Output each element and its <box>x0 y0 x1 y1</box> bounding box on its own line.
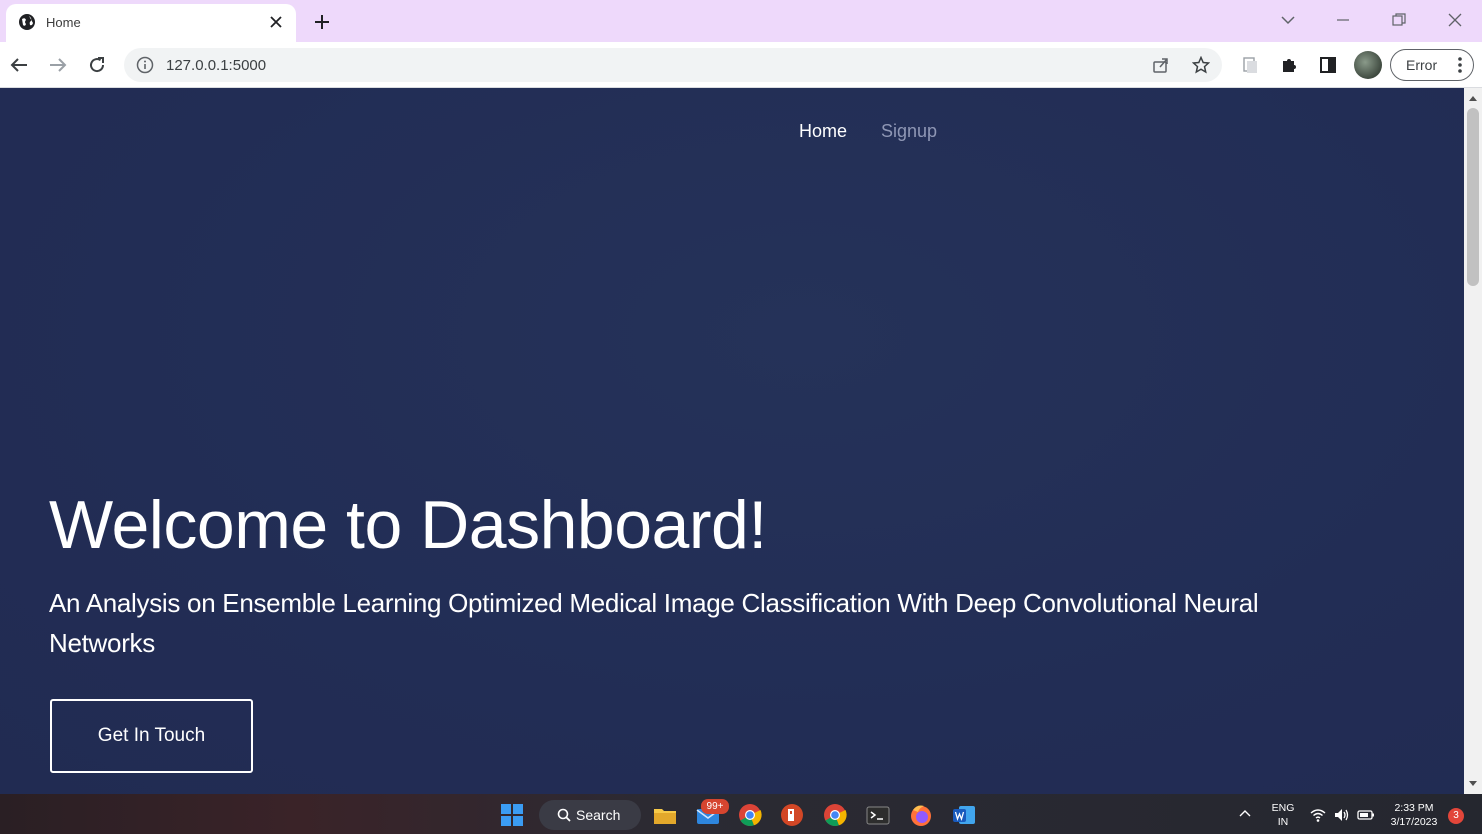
powerpoint-icon[interactable] <box>779 802 805 828</box>
notification-badge[interactable]: 3 <box>1448 808 1464 824</box>
region-code: IN <box>1277 816 1289 828</box>
chrome-icon[interactable] <box>737 802 763 828</box>
browser-toolbar: 127.0.0.1:5000 Error <box>0 42 1482 88</box>
forward-arrow-icon[interactable] <box>45 52 71 78</box>
new-tab-icon[interactable] <box>310 10 334 34</box>
clock[interactable]: 2:33 PM 3/17/2023 <box>1384 801 1444 829</box>
globe-icon <box>18 13 36 31</box>
terminal-icon[interactable] <box>865 802 891 828</box>
scroll-down-arrow-icon[interactable] <box>1469 781 1477 786</box>
share-icon[interactable] <box>1150 54 1172 76</box>
side-panel-icon[interactable] <box>1316 53 1340 77</box>
wifi-icon[interactable] <box>1309 806 1327 824</box>
windows-start-icon[interactable] <box>499 802 525 828</box>
scrollbar-thumb[interactable] <box>1467 108 1479 286</box>
url-text[interactable]: 127.0.0.1:5000 <box>166 57 266 74</box>
tray-chevron-up-icon[interactable] <box>1237 806 1253 822</box>
tab-home[interactable]: Home <box>6 4 296 42</box>
taskbar-search-label: Search <box>576 807 621 823</box>
restore-icon[interactable] <box>1385 8 1413 32</box>
tab-title: Home <box>46 15 81 30</box>
get-in-touch-button[interactable]: Get In Touch <box>50 699 253 773</box>
chrome-active-icon[interactable] <box>822 802 848 828</box>
kebab-menu-icon[interactable] <box>1457 56 1463 74</box>
back-arrow-icon[interactable] <box>6 52 32 78</box>
tab-strip: Home <box>0 0 1482 42</box>
clock-date: 3/17/2023 <box>1390 816 1438 828</box>
language-indicator[interactable]: ENG IN <box>1266 801 1300 829</box>
tab-capture-icon[interactable] <box>1238 53 1262 77</box>
mail-badge: 99+ <box>701 799 729 814</box>
volume-icon[interactable] <box>1333 806 1351 824</box>
battery-icon[interactable] <box>1357 806 1375 824</box>
bookmark-star-icon[interactable] <box>1190 54 1212 76</box>
page-viewport: Home Signup Welcome to Dashboard! An Ana… <box>0 88 1464 794</box>
hero-subtitle: An Analysis on Ensemble Learning Optimiz… <box>49 588 1259 658</box>
extensions-puzzle-icon[interactable] <box>1277 53 1301 77</box>
nav-home-link[interactable]: Home <box>799 121 847 142</box>
language-code: ENG <box>1271 802 1295 814</box>
minimize-icon[interactable] <box>1329 8 1357 32</box>
address-bar[interactable]: 127.0.0.1:5000 <box>124 48 1222 82</box>
nav-signup-link[interactable]: Signup <box>881 121 937 142</box>
clock-time: 2:33 PM <box>1394 802 1434 814</box>
profile-avatar[interactable] <box>1354 51 1382 79</box>
page-scrollbar[interactable] <box>1464 88 1482 794</box>
profile-error-label: Error <box>1406 57 1438 73</box>
scroll-up-arrow-icon[interactable] <box>1469 96 1477 101</box>
reload-icon[interactable] <box>84 52 110 78</box>
close-window-icon[interactable] <box>1441 8 1469 32</box>
file-explorer-icon[interactable] <box>652 802 678 828</box>
taskbar-search[interactable]: Search <box>539 800 641 830</box>
profile-error-button[interactable]: Error <box>1390 49 1474 81</box>
hero-title: Welcome to Dashboard! <box>49 487 767 563</box>
tab-search-chevron-icon[interactable] <box>1274 8 1302 32</box>
site-info-icon[interactable] <box>136 56 154 74</box>
close-tab-icon[interactable] <box>266 12 286 32</box>
search-icon <box>557 808 571 822</box>
windows-taskbar: Search <box>0 794 1482 834</box>
firefox-icon[interactable] <box>908 802 934 828</box>
word-icon[interactable] <box>951 802 977 828</box>
